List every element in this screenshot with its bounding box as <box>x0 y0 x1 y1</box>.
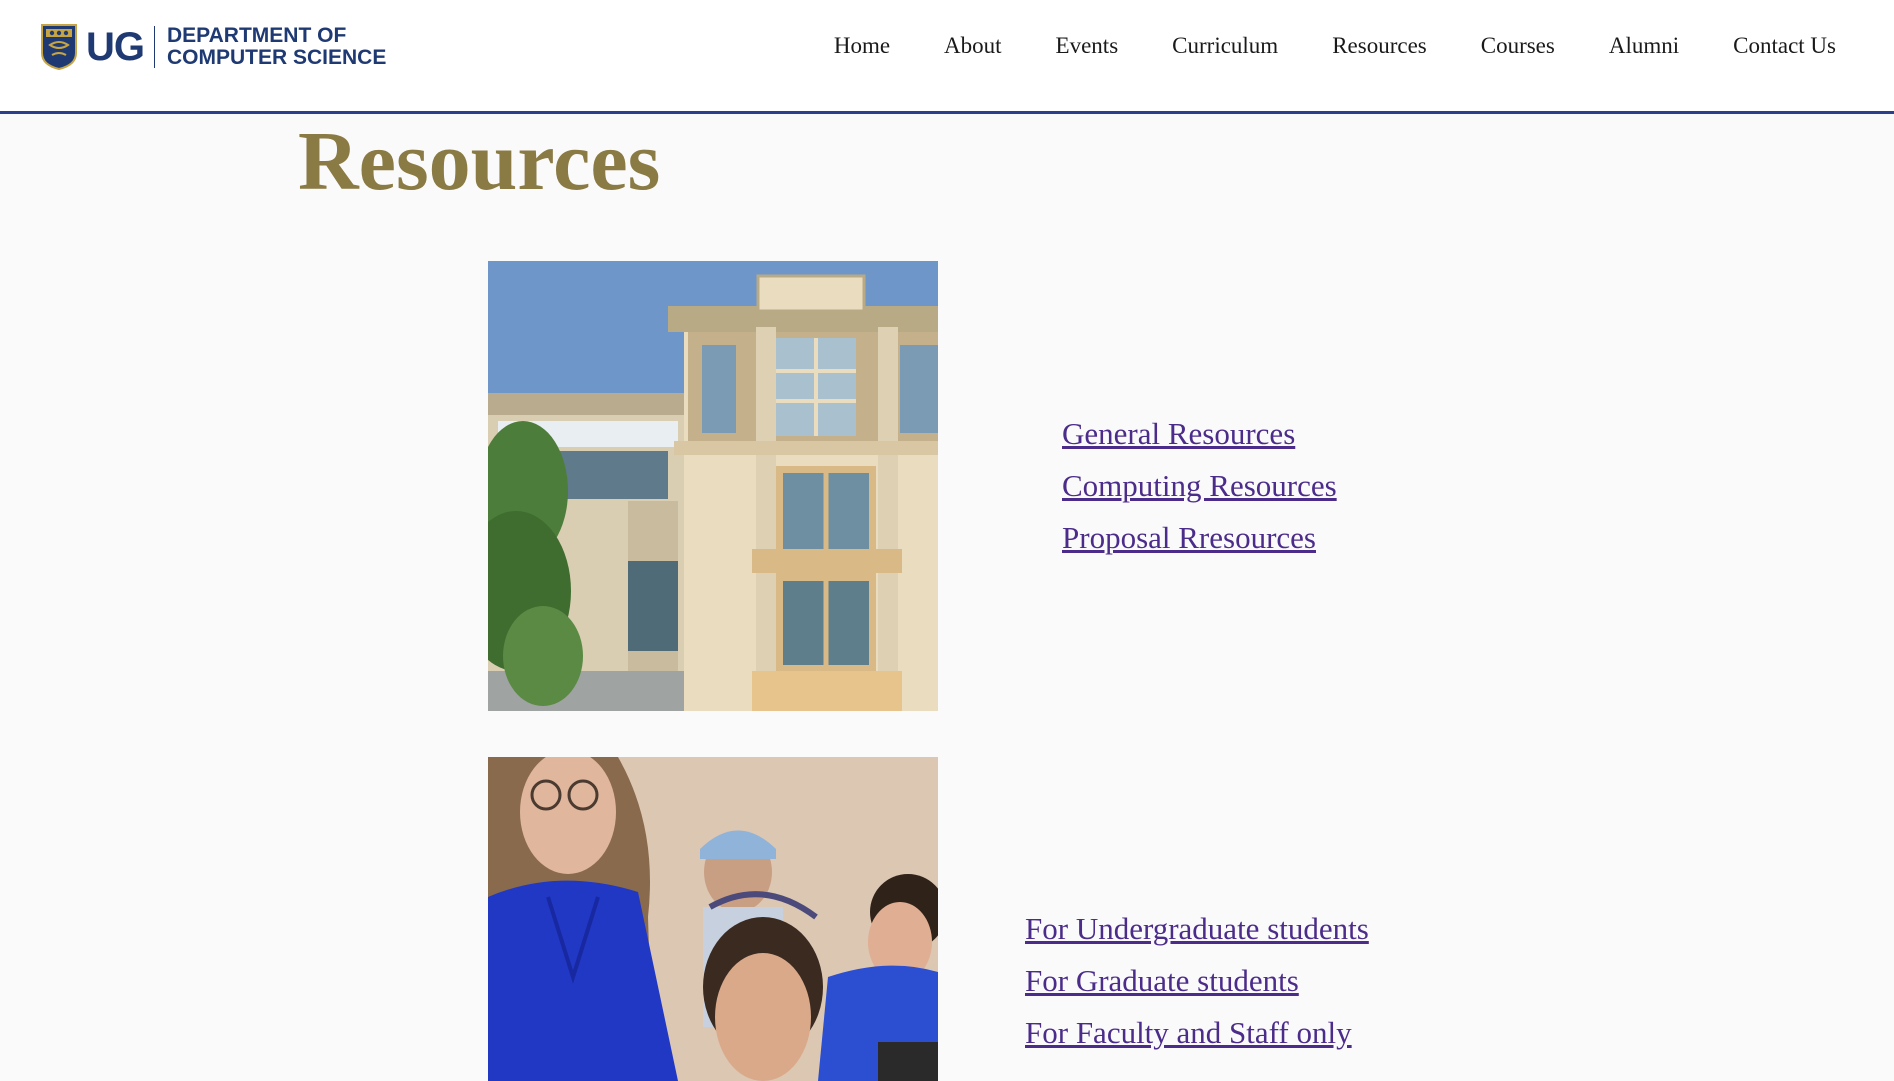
nav-courses[interactable]: Courses <box>1481 30 1555 62</box>
undergraduate-students-link[interactable]: For Undergraduate students <box>1025 903 1369 955</box>
proposal-resources-link[interactable]: Proposal Rresources <box>1062 512 1337 564</box>
department-name-line2: COMPUTER SCIENCE <box>167 46 387 69</box>
main-nav: Home About Events Curriculum Resources C… <box>834 30 1836 62</box>
page-title: Resources <box>298 115 661 208</box>
graduate-students-link[interactable]: For Graduate students <box>1025 955 1369 1007</box>
nav-alumni[interactable]: Alumni <box>1609 30 1679 62</box>
nav-about[interactable]: About <box>944 30 1002 62</box>
nav-resources[interactable]: Resources <box>1332 30 1427 62</box>
nav-home[interactable]: Home <box>834 30 890 62</box>
nav-curriculum[interactable]: Curriculum <box>1172 30 1278 62</box>
general-resources-link[interactable]: General Resources <box>1062 408 1337 460</box>
logo-divider <box>154 26 155 68</box>
department-name-line1: DEPARTMENT OF <box>167 24 347 47</box>
resource-links: General Resources Computing Resources Pr… <box>1062 408 1337 564</box>
classroom-photo <box>488 757 938 1081</box>
nav-events[interactable]: Events <box>1056 30 1119 62</box>
site-header: UG DEPARTMENT OF COMPUTER SCIENCE Home A… <box>0 0 1894 114</box>
nav-contact-us[interactable]: Contact Us <box>1733 30 1836 62</box>
logo-wordmark: UG <box>86 25 145 69</box>
department-logo[interactable]: UG DEPARTMENT OF COMPUTER SCIENCE <box>40 22 386 72</box>
audience-links: For Undergraduate students For Graduate … <box>1025 903 1369 1059</box>
ug-crest-icon <box>41 24 77 71</box>
building-photo <box>488 261 938 711</box>
faculty-staff-link[interactable]: For Faculty and Staff only <box>1025 1007 1369 1059</box>
computing-resources-link[interactable]: Computing Resources <box>1062 460 1337 512</box>
department-name: DEPARTMENT OF COMPUTER SCIENCE <box>167 25 386 69</box>
